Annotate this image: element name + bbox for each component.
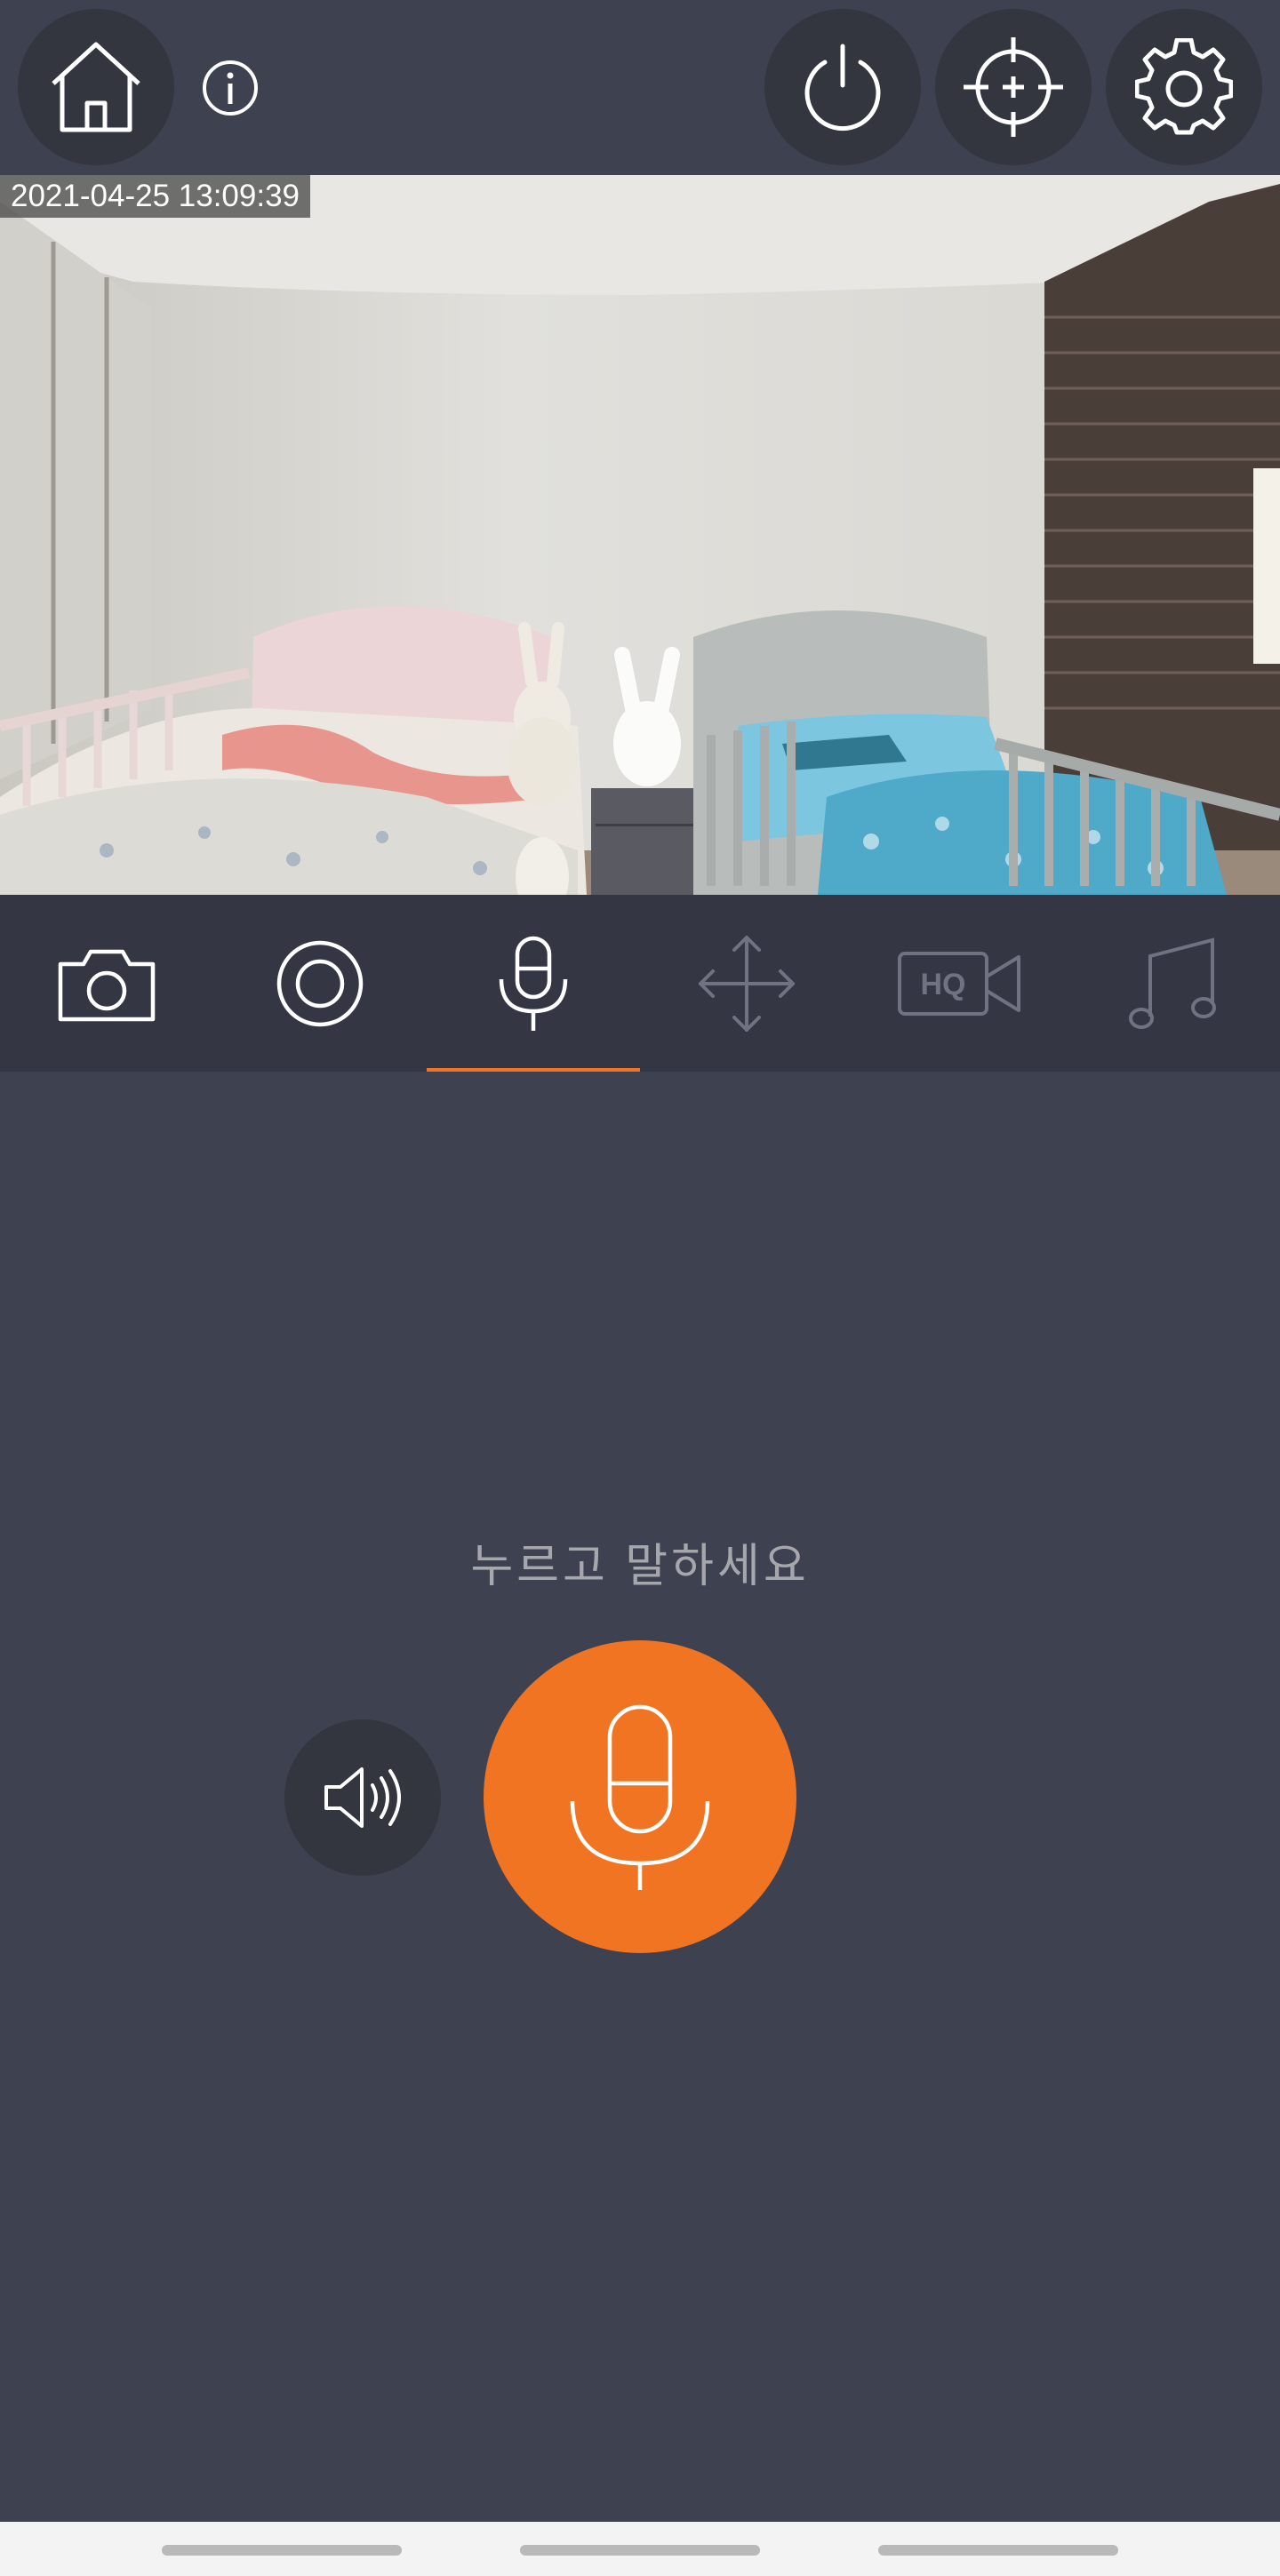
nav-recents-button[interactable] bbox=[162, 2545, 402, 2556]
hq-video-button[interactable]: HQ bbox=[853, 895, 1067, 1072]
record-icon bbox=[276, 940, 364, 1026]
power-button[interactable] bbox=[764, 9, 921, 165]
home-button[interactable] bbox=[18, 9, 174, 165]
power-icon bbox=[804, 44, 881, 132]
nav-back-button[interactable] bbox=[878, 2545, 1118, 2556]
gear-icon bbox=[1135, 38, 1233, 135]
crosshair-icon bbox=[964, 37, 1063, 137]
snapshot-button[interactable] bbox=[0, 895, 213, 1072]
crosshair-button[interactable] bbox=[935, 9, 1092, 165]
info-icon bbox=[203, 60, 258, 116]
camera-image bbox=[0, 175, 1280, 895]
speaker-icon bbox=[324, 1767, 401, 1828]
music-icon bbox=[1129, 937, 1216, 1029]
microphone-icon bbox=[570, 1704, 710, 1890]
microphone-icon bbox=[499, 936, 568, 1031]
system-navigation-bar bbox=[0, 2522, 1280, 2576]
info-button[interactable] bbox=[199, 57, 261, 119]
talk-tab-button[interactable] bbox=[427, 895, 640, 1072]
hq-label: HQ bbox=[921, 968, 966, 1001]
video-timestamp: 2021-04-25 13:09:39 bbox=[0, 175, 310, 218]
push-to-talk-button[interactable] bbox=[484, 1640, 796, 1953]
home-icon bbox=[52, 42, 140, 132]
feature-toolbar: HQ bbox=[0, 895, 1280, 1072]
settings-button[interactable] bbox=[1106, 9, 1262, 165]
active-tab-indicator bbox=[427, 1068, 640, 1072]
pan-tilt-button[interactable] bbox=[640, 895, 853, 1072]
camera-icon bbox=[58, 949, 156, 1021]
camera-video-feed[interactable]: 2021-04-25 13:09:39 bbox=[0, 175, 1280, 895]
nav-home-button[interactable] bbox=[520, 2545, 760, 2556]
speaker-button[interactable] bbox=[284, 1719, 441, 1876]
move-arrows-icon bbox=[699, 935, 795, 1032]
top-bar bbox=[0, 0, 1280, 175]
lullaby-button[interactable] bbox=[1067, 895, 1280, 1072]
talk-prompt: 누르고 말하세요 bbox=[470, 1541, 810, 1592]
record-button[interactable] bbox=[213, 895, 427, 1072]
hq-video-icon: HQ bbox=[898, 951, 1020, 1016]
